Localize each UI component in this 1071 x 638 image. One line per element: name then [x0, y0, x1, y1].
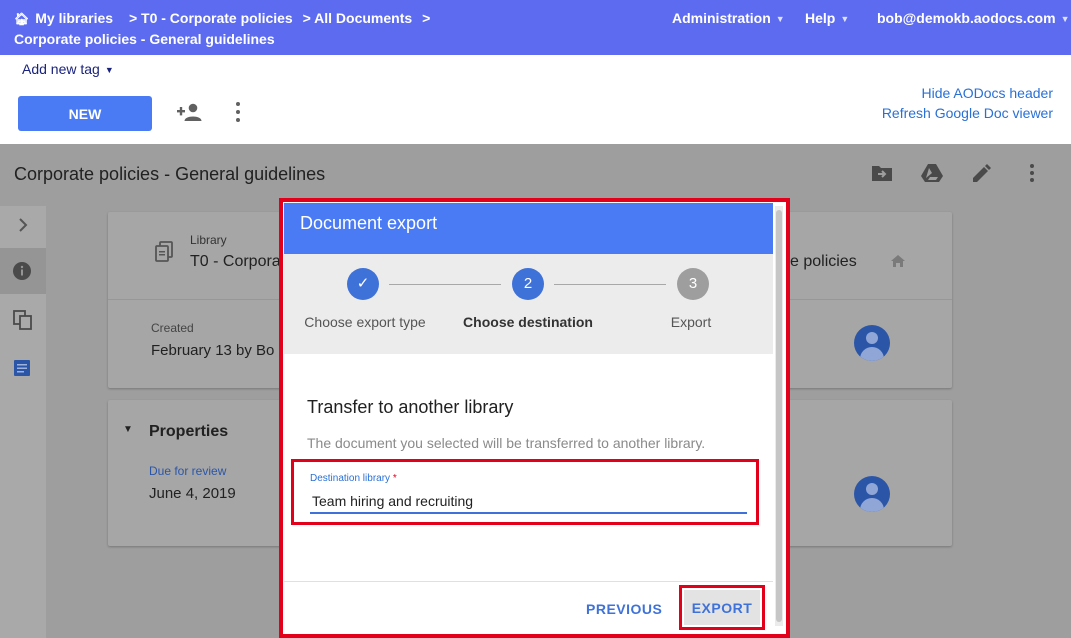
- more-options-icon[interactable]: [230, 101, 246, 123]
- dialog-title: Document export: [300, 213, 438, 233]
- due-for-review-label: Due for review: [149, 464, 227, 478]
- expand-panel-button[interactable]: [0, 202, 46, 248]
- breadcrumb-current-document: Corporate policies - General guidelines: [14, 31, 275, 47]
- step-2-indicator: 2: [512, 268, 544, 300]
- export-button[interactable]: EXPORT: [684, 590, 760, 625]
- home-icon[interactable]: [890, 254, 906, 268]
- copy-icon: [13, 310, 32, 330]
- breadcrumb-my-libraries[interactable]: 🏠︎ My libraries: [14, 10, 119, 26]
- top-bar: 🏠︎ My libraries > T0 - Corporate policies…: [0, 0, 1071, 55]
- dialog-header: Document export: [284, 203, 773, 254]
- caret-down-icon: ▼: [1060, 14, 1070, 25]
- previous-button[interactable]: PREVIOUS: [586, 598, 662, 620]
- administration-menu[interactable]: Administration ▼: [672, 10, 785, 26]
- library-value: T0 - Corpora: [190, 253, 281, 270]
- caret-down-icon: ▼: [104, 65, 114, 76]
- destination-library-input[interactable]: [310, 489, 747, 514]
- step-1-check-icon: ✓: [347, 268, 379, 300]
- section-title: Transfer to another library: [307, 397, 514, 417]
- versions-panel-tab[interactable]: [0, 296, 46, 342]
- caret-down-icon: ▼: [840, 14, 850, 25]
- document-panel-tab[interactable]: [0, 344, 46, 390]
- library-icon: [155, 241, 173, 262]
- edit-pencil-icon[interactable]: [970, 161, 994, 185]
- step-3-indicator: 3: [677, 268, 709, 300]
- step-1-label: Choose export type: [304, 314, 426, 330]
- info-icon: [13, 262, 31, 280]
- user-menu[interactable]: bob@demokb.aodocs.com ▼: [877, 10, 1069, 26]
- document-title: Corporate policies - General guidelines: [14, 164, 326, 184]
- created-value: February 13 by Bo: [151, 342, 275, 359]
- dialog-scrollbar[interactable]: [775, 206, 783, 626]
- add-user-icon[interactable]: [176, 100, 202, 124]
- refresh-viewer-link[interactable]: Refresh Google Doc viewer: [882, 105, 1053, 121]
- created-label: Created: [151, 321, 194, 335]
- document-icon: [14, 360, 30, 376]
- due-for-review-value: June 4, 2019: [149, 485, 236, 502]
- caret-down-icon[interactable]: ▼: [123, 424, 133, 435]
- section-description: The document you selected will be transf…: [307, 435, 706, 451]
- home-icon: 🏠︎: [14, 12, 30, 26]
- add-tag-dropdown[interactable]: Add new tag ▼: [22, 61, 114, 77]
- step-3-label: Export: [670, 314, 712, 330]
- scrollbar-thumb[interactable]: [776, 210, 782, 622]
- dialog-footer-divider: [284, 581, 773, 582]
- library-value-tail: e policies: [790, 253, 857, 270]
- new-button[interactable]: NEW: [18, 96, 152, 131]
- step-connector: [389, 284, 501, 285]
- google-drive-icon[interactable]: [920, 161, 944, 185]
- caret-down-icon: ▼: [775, 14, 785, 25]
- breadcrumb-separator: >: [422, 10, 431, 26]
- breadcrumb-all-documents[interactable]: > All Documents: [303, 10, 413, 26]
- hide-aodocs-header-link[interactable]: Hide AODocs header: [921, 85, 1053, 101]
- avatar: [854, 325, 890, 361]
- breadcrumb-library[interactable]: > T0 - Corporate policies: [129, 10, 293, 26]
- avatar: [854, 476, 890, 512]
- step-2-label: Choose destination: [463, 314, 593, 330]
- help-menu[interactable]: Help ▼: [805, 10, 849, 26]
- breadcrumb: 🏠︎ My libraries > T0 - Corporate policies…: [14, 8, 654, 49]
- chevron-right-icon: [19, 218, 28, 232]
- destination-library-label: Destination library *: [310, 473, 397, 484]
- properties-title: Properties: [149, 423, 229, 440]
- step-connector: [554, 284, 666, 285]
- move-to-folder-icon[interactable]: [870, 161, 894, 185]
- library-label: Library: [190, 233, 227, 247]
- document-more-options-icon[interactable]: [1020, 161, 1044, 185]
- info-panel-tab[interactable]: [0, 248, 46, 294]
